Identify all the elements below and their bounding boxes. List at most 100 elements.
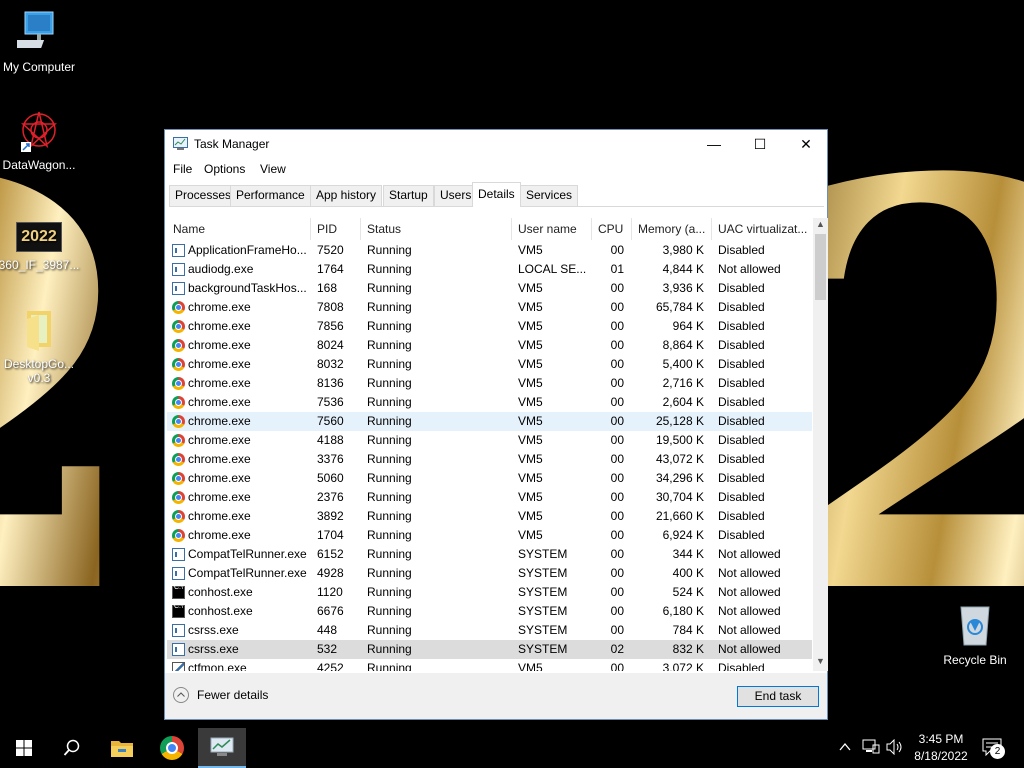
cell-user: VM5 [518, 300, 543, 314]
cell-pid: 3376 [317, 452, 344, 466]
taskbar-chrome[interactable] [148, 728, 196, 768]
table-row[interactable]: conhost.exe 1120 Running SYSTEM 00 524 K Not a… [167, 583, 812, 602]
scroll-down-icon[interactable]: ▼ [816, 656, 825, 666]
cell-name: chrome.exe [188, 376, 251, 390]
window-title: Task Manager [194, 137, 270, 151]
column-header-pid[interactable]: PID [311, 218, 361, 240]
desktop-icon-image-file[interactable]: 2022 360_IF_3987... [0, 222, 81, 272]
table-row[interactable]: chrome.exe 7536 Running VM5 00 2,604 K Disable… [167, 393, 812, 412]
search-button[interactable] [48, 728, 96, 768]
minimize-button[interactable]: — [691, 130, 737, 158]
cell-memory: 34,296 K [655, 471, 704, 485]
table-row[interactable]: chrome.exe 8024 Running VM5 00 8,864 K Disable… [167, 336, 812, 355]
tab-performance[interactable]: Performance [230, 185, 311, 206]
desktop-icon-datawagon[interactable]: DataWagon... [0, 108, 81, 172]
cell-pid: 6152 [317, 547, 344, 561]
cell-name: chrome.exe [188, 490, 251, 504]
file-explorer-icon [111, 741, 133, 757]
table-row[interactable]: conhost.exe 6676 Running SYSTEM 00 6,180 K Not… [167, 602, 812, 621]
maximize-icon: ☐ [753, 135, 767, 152]
tab-details[interactable]: Details [472, 182, 521, 207]
cell-memory: 3,072 K [662, 661, 704, 671]
scrollbar-thumb[interactable] [815, 234, 826, 300]
table-row[interactable]: chrome.exe 4188 Running VM5 00 19,500 K Disabl… [167, 431, 812, 450]
desktop-icon-desktopgo[interactable]: DesktopGo... v0.3 [0, 307, 81, 385]
maximize-button[interactable]: ☐ [737, 130, 783, 158]
cell-user: SYSTEM [518, 566, 568, 580]
tab-users[interactable]: Users [434, 185, 478, 206]
title-bar[interactable]: Task Manager — ☐ ✕ [165, 130, 827, 158]
cell-memory: 4,844 K [662, 262, 704, 276]
end-task-button[interactable]: End task [737, 686, 819, 707]
cell-user: VM5 [518, 528, 543, 542]
cell-memory: 6,924 K [662, 528, 704, 542]
cell-memory: 65,784 K [655, 300, 704, 314]
table-row[interactable]: backgroundTaskHos... 168 Running VM5 00 3,936… [167, 279, 812, 298]
table-row[interactable]: audiodg.exe 1764 Running LOCAL SE... 01 4,844… [167, 260, 812, 279]
cell-user: VM5 [518, 433, 543, 447]
table-row[interactable]: chrome.exe 5060 Running VM5 00 34,296 K Disabl… [167, 469, 812, 488]
cell-uac: Disabled [718, 395, 765, 409]
column-header-cpu[interactable]: CPU [592, 218, 632, 240]
table-row[interactable]: CompatTelRunner.exe 4928 Running SYSTEM 00 40… [167, 564, 812, 583]
tab-services[interactable]: Services [520, 185, 579, 206]
cell-uac: Not allowed [718, 642, 781, 656]
cell-uac: Not allowed [718, 623, 781, 637]
fewer-details-button[interactable]: Fewer details [173, 687, 268, 703]
column-header-status[interactable]: Status [361, 218, 512, 240]
table-row[interactable]: chrome.exe 7856 Running VM5 00 964 K Disabled [167, 317, 812, 336]
table-row[interactable]: csrss.exe 532 Running SYSTEM 02 832 K Not allo… [167, 640, 812, 659]
scroll-up-icon[interactable]: ▲ [816, 219, 825, 229]
table-row[interactable]: chrome.exe 8136 Running VM5 00 2,716 K Disable… [167, 374, 812, 393]
vertical-scrollbar[interactable]: ▲ ▼ [813, 218, 828, 671]
tab-app-history[interactable]: App history [310, 185, 383, 206]
cell-name: chrome.exe [188, 338, 251, 352]
cell-status: Running [367, 243, 412, 257]
cell-cpu: 00 [610, 338, 624, 352]
cell-cpu: 00 [610, 661, 624, 671]
taskbar-clock[interactable]: 3:45 PM 8/18/2022 [906, 731, 976, 765]
tab-processes[interactable]: Processes [169, 185, 238, 206]
table-row[interactable]: chrome.exe 2376 Running VM5 00 30,704 K Disabl… [167, 488, 812, 507]
close-button[interactable]: ✕ [783, 130, 829, 158]
cell-uac: Not allowed [718, 604, 781, 618]
tab-startup[interactable]: Startup [383, 185, 434, 206]
chevron-up-icon[interactable] [838, 739, 852, 758]
table-row[interactable]: chrome.exe 1704 Running VM5 00 6,924 K Disable… [167, 526, 812, 545]
task-manager-icon [173, 137, 188, 154]
table-row[interactable]: chrome.exe 7808 Running VM5 00 65,784 K Disabl… [167, 298, 812, 317]
column-header-name[interactable]: Name [167, 218, 311, 240]
column-header-uac[interactable]: UAC virtualizat... [712, 218, 812, 240]
cell-status: Running [367, 395, 412, 409]
notification-center-button[interactable]: 2 [982, 738, 1006, 759]
cell-pid: 1704 [317, 528, 344, 542]
taskbar-file-explorer[interactable] [98, 728, 146, 768]
table-row[interactable]: chrome.exe 3892 Running VM5 00 21,660 K Disabl… [167, 507, 812, 526]
table-row[interactable]: chrome.exe 8032 Running VM5 00 5,400 K Disable… [167, 355, 812, 374]
menu-file[interactable]: File [173, 162, 192, 176]
start-button[interactable] [0, 728, 48, 768]
desktop-icon-my-computer[interactable]: My Computer [0, 10, 81, 74]
taskbar-task-manager[interactable] [198, 728, 246, 768]
cell-name: chrome.exe [188, 528, 251, 542]
table-row[interactable]: chrome.exe 3376 Running VM5 00 43,072 K Disabl… [167, 450, 812, 469]
cell-memory: 25,128 K [655, 414, 704, 428]
cell-user: VM5 [518, 319, 543, 333]
cell-cpu: 00 [610, 547, 624, 561]
network-icon[interactable] [862, 739, 880, 759]
cell-status: Running [367, 452, 412, 466]
cell-memory: 784 K [672, 623, 704, 637]
menu-view[interactable]: View [260, 162, 286, 176]
menu-options[interactable]: Options [204, 162, 245, 176]
volume-icon[interactable] [886, 738, 904, 759]
table-row[interactable]: ctfmon.exe 4252 Running VM5 00 3,072 K Disable… [167, 659, 812, 671]
column-header-user-name[interactable]: User name [512, 218, 592, 240]
cell-user: VM5 [518, 395, 543, 409]
table-row[interactable]: chrome.exe 7560 Running VM5 00 25,128 K Disabl… [167, 412, 812, 431]
table-row[interactable]: CompatTelRunner.exe 6152 Running SYSTEM 00 34… [167, 545, 812, 564]
column-header-memory[interactable]: Memory (a... [632, 218, 712, 240]
table-row[interactable]: ApplicationFrameHo... 7520 Running VM5 00 3,9… [167, 241, 812, 260]
window-footer: Fewer details End task [165, 673, 827, 719]
table-row[interactable]: csrss.exe 448 Running SYSTEM 00 784 K Not allo… [167, 621, 812, 640]
desktop-icon-recycle-bin[interactable]: Recycle Bin [933, 603, 1017, 667]
